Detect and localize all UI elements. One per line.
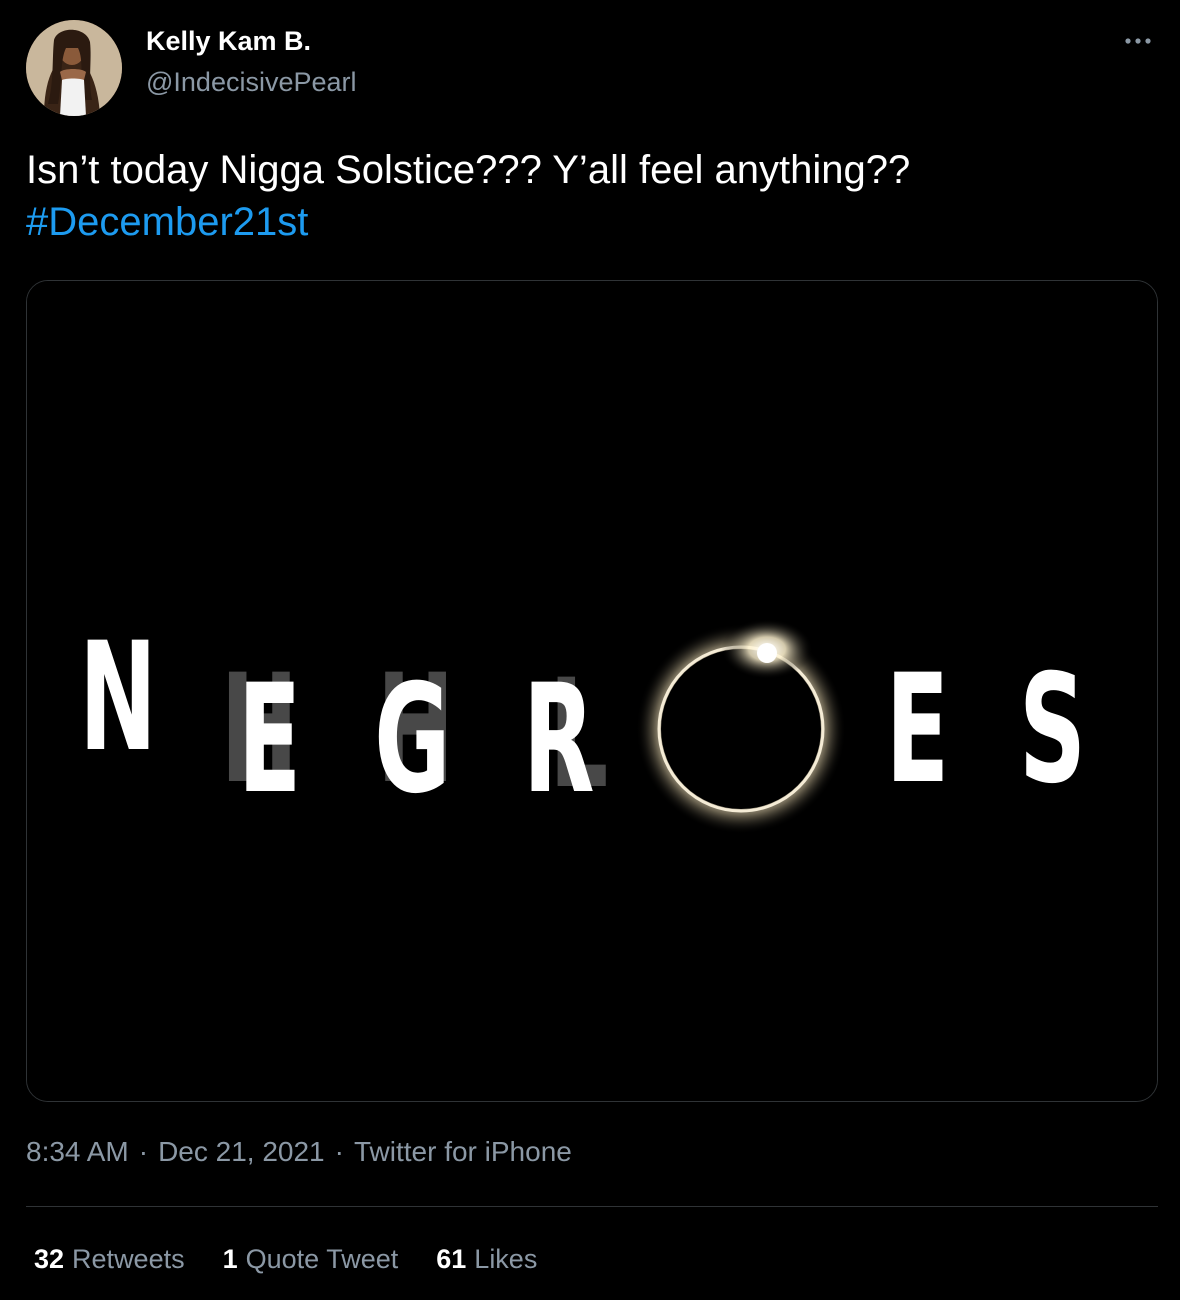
- tweet-date[interactable]: Dec 21, 2021: [158, 1136, 325, 1167]
- letter-n: N: [79, 611, 157, 785]
- avatar-image: [26, 20, 122, 116]
- likes-stat[interactable]: 61 Likes: [436, 1244, 537, 1275]
- letter-e: E: [238, 653, 302, 827]
- divider: [26, 1206, 1158, 1207]
- author-name[interactable]: Kelly Kam B.: [146, 26, 311, 57]
- tweet: Kelly Kam B. @IndecisivePearl Isn’t toda…: [0, 0, 1180, 1300]
- likes-count: 61: [436, 1244, 467, 1274]
- letter-g: G: [374, 653, 450, 827]
- avatar[interactable]: [26, 20, 122, 116]
- likes-label: Likes: [474, 1244, 538, 1274]
- quotes-stat[interactable]: 1 Quote Tweet: [223, 1244, 399, 1275]
- tweet-time[interactable]: 8:34 AM: [26, 1136, 129, 1167]
- quotes-label: Quote Tweet: [245, 1244, 399, 1274]
- media-image: N H E H G L R E S: [27, 281, 1157, 1101]
- retweets-count: 32: [34, 1244, 65, 1274]
- tweet-stats: 32 Retweets 1 Quote Tweet 61 Likes: [34, 1244, 537, 1275]
- more-dots-icon: [1125, 38, 1151, 44]
- more-options-button[interactable]: [1118, 26, 1158, 56]
- tweet-media[interactable]: N H E H G L R E S: [26, 280, 1158, 1102]
- retweets-stat[interactable]: 32 Retweets: [34, 1244, 185, 1275]
- author-handle[interactable]: @IndecisivePearl: [146, 67, 357, 98]
- letter-r: R: [523, 653, 595, 827]
- retweets-label: Retweets: [72, 1244, 185, 1274]
- tweet-source[interactable]: Twitter for iPhone: [354, 1136, 572, 1167]
- letter-s: S: [1019, 643, 1086, 817]
- meta-separator: ·: [138, 1136, 149, 1167]
- hashtag-link[interactable]: #December21st: [26, 200, 308, 244]
- meta-separator: ·: [334, 1136, 344, 1167]
- tweet-meta: 8:34 AM · Dec 21, 2021 · Twitter for iPhone: [26, 1136, 572, 1168]
- quotes-count: 1: [222, 1244, 238, 1274]
- letter-e-2: E: [886, 643, 950, 817]
- tweet-body: Isn’t today Nigga Solstice??? Y’all feel…: [26, 148, 911, 192]
- tweet-text: Isn’t today Nigga Solstice??? Y’all feel…: [26, 144, 1146, 248]
